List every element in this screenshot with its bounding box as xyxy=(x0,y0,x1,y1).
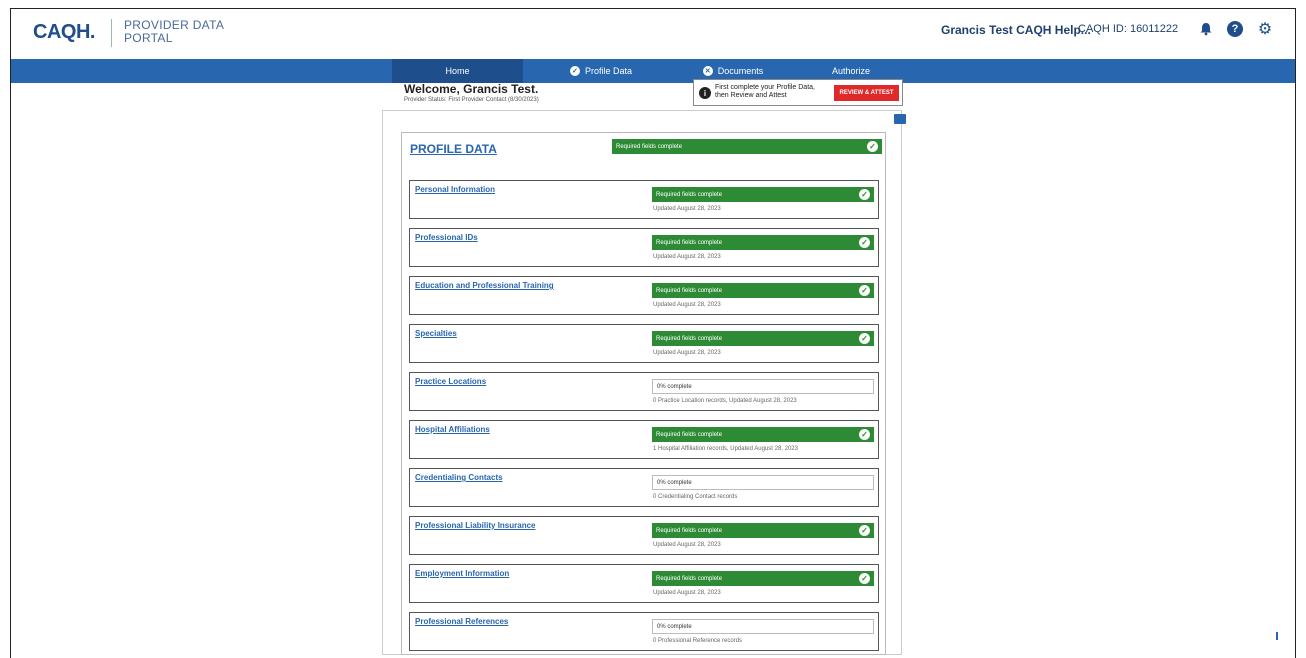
user-menu[interactable]: Grancis Test CAQH Help... xyxy=(941,23,1091,37)
section-status-label: Required fields complete xyxy=(656,527,723,534)
profile-section: Professional Liability Insurance Required… xyxy=(409,516,879,555)
section-status: Required fields complete ✓ xyxy=(652,187,874,202)
section-subtext: 1 Hospital Affiliation records, Updated … xyxy=(653,446,798,452)
attest-notice: i First complete your Profile Data, then… xyxy=(693,79,903,106)
section-status: 0% complete xyxy=(652,619,874,634)
section-status: Required fields complete ✓ xyxy=(652,331,874,346)
help-icon[interactable]: ? xyxy=(1227,21,1243,37)
section-title-link[interactable]: Education and Professional Training xyxy=(415,281,554,290)
caqh-id: CAQH ID: 16011222 xyxy=(1078,23,1179,35)
check-circle-icon: ✓ xyxy=(867,141,878,152)
top-bar: CAQH. PROVIDER DATA PORTAL Grancis Test … xyxy=(11,9,1295,59)
nav-profile-data-label: Profile Data xyxy=(584,66,633,76)
caqh-logo[interactable]: CAQH. xyxy=(33,21,95,44)
section-title-link[interactable]: Specialties xyxy=(415,329,457,338)
section-status: Required fields complete ✓ xyxy=(652,235,874,250)
profile-data-status: Required fields complete ✓ xyxy=(612,139,882,154)
check-circle-icon: ✓ xyxy=(859,573,870,584)
check-circle-icon: ✓ xyxy=(859,333,870,344)
portal-title-line2: PORTAL xyxy=(124,31,173,45)
section-subtext: Updated August 28, 2023 xyxy=(653,302,721,308)
attest-message: First complete your Profile Data, then R… xyxy=(715,84,815,99)
logo-divider xyxy=(111,19,112,47)
profile-section: Professional References 0% complete 0 Prof… xyxy=(409,612,879,651)
section-status-label: Required fields complete xyxy=(656,431,723,438)
profile-data-status-label: Required fields complete xyxy=(616,143,683,150)
check-circle-icon: ✓ xyxy=(859,525,870,536)
gear-icon[interactable]: ⚙ xyxy=(1257,21,1273,38)
check-circle-icon: ✓ xyxy=(859,237,870,248)
review-attest-button[interactable]: REVIEW & ATTEST xyxy=(834,85,899,101)
section-status-label: Required fields complete xyxy=(656,575,723,582)
section-status-label: Required fields complete xyxy=(656,287,723,294)
check-circle-icon: ✓ xyxy=(859,429,870,440)
profile-section: Hospital Affiliations Required fields com… xyxy=(409,420,879,459)
section-status-label: 0% complete xyxy=(657,383,692,390)
check-circle-icon: ✓ xyxy=(859,285,870,296)
section-status-label: Required fields complete xyxy=(656,335,723,342)
info-icon: i xyxy=(699,87,711,99)
provider-status: Provider Status: First Provider Contact … xyxy=(404,97,539,103)
portal-title: PROVIDER DATA PORTAL xyxy=(124,19,224,45)
profile-section: Practice Locations 0% complete 0 Practice … xyxy=(409,372,879,411)
section-status: Required fields complete ✓ xyxy=(652,427,874,442)
nav-home-label: Home xyxy=(445,66,470,76)
section-title-link[interactable]: Employment Information xyxy=(415,569,509,578)
section-status-label: Required fields complete xyxy=(656,191,723,198)
section-subtext: 0 Credentialing Contact records xyxy=(653,494,738,500)
section-status: 0% complete xyxy=(652,475,874,490)
profile-section: Specialties Required fields complete ✓ Upda… xyxy=(409,324,879,363)
section-status: Required fields complete ✓ xyxy=(652,523,874,538)
check-circle-icon: ✓ xyxy=(859,189,870,200)
section-status-label: 0% complete xyxy=(657,623,692,630)
nav-documents-label: Documents xyxy=(717,66,764,76)
nav-profile-data[interactable]: ✓ Profile Data xyxy=(551,59,651,83)
chat-icon[interactable] xyxy=(894,114,906,124)
profile-section: Personal Information Required fields comp… xyxy=(409,180,879,219)
section-subtext: Updated August 28, 2023 xyxy=(653,542,721,548)
section-subtext: 0 Professional Reference records xyxy=(653,638,743,644)
section-subtext: 0 Practice Location records, Updated Aug… xyxy=(653,398,797,404)
section-status-label: 0% complete xyxy=(657,479,692,486)
check-icon: ✓ xyxy=(569,66,580,76)
main-nav: Home ✓ Profile Data ✕ Documents Authorize xyxy=(11,59,1295,83)
section-title-link[interactable]: Professional References xyxy=(415,617,508,626)
section-subtext: Updated August 28, 2023 xyxy=(653,590,721,596)
profile-data-title[interactable]: PROFILE DATA xyxy=(410,142,497,156)
section-title-link[interactable]: Practice Locations xyxy=(415,377,486,386)
profile-section: Professional IDs Required fields complete… xyxy=(409,228,879,267)
nav-home[interactable]: Home xyxy=(392,59,523,83)
profile-section: Education and Professional Training Requi… xyxy=(409,276,879,315)
profile-section: Credentialing Contacts 0% complete 0 Crede… xyxy=(409,468,879,507)
nav-authorize-label: Authorize xyxy=(831,66,871,76)
section-status: 0% complete xyxy=(652,379,874,394)
welcome-title: Welcome, Grancis Test. xyxy=(404,82,539,96)
section-title-link[interactable]: Personal Information xyxy=(415,185,495,194)
section-subtext: Updated August 28, 2023 xyxy=(653,350,721,356)
section-title-link[interactable]: Credentialing Contacts xyxy=(415,473,503,482)
section-title-link[interactable]: Professional IDs xyxy=(415,233,478,242)
x-icon: ✕ xyxy=(702,66,713,76)
section-title-link[interactable]: Professional Liability Insurance xyxy=(415,521,535,530)
bell-icon[interactable] xyxy=(1198,21,1214,37)
section-status: Required fields complete ✓ xyxy=(652,283,874,298)
section-status: Required fields complete ✓ xyxy=(652,571,874,586)
scroll-indicator[interactable] xyxy=(1276,632,1278,640)
section-subtext: Updated August 28, 2023 xyxy=(653,206,721,212)
profile-section: Employment Information Required fields co… xyxy=(409,564,879,603)
section-title-link[interactable]: Hospital Affiliations xyxy=(415,425,490,434)
section-status-label: Required fields complete xyxy=(656,239,723,246)
section-subtext: Updated August 28, 2023 xyxy=(653,254,721,260)
